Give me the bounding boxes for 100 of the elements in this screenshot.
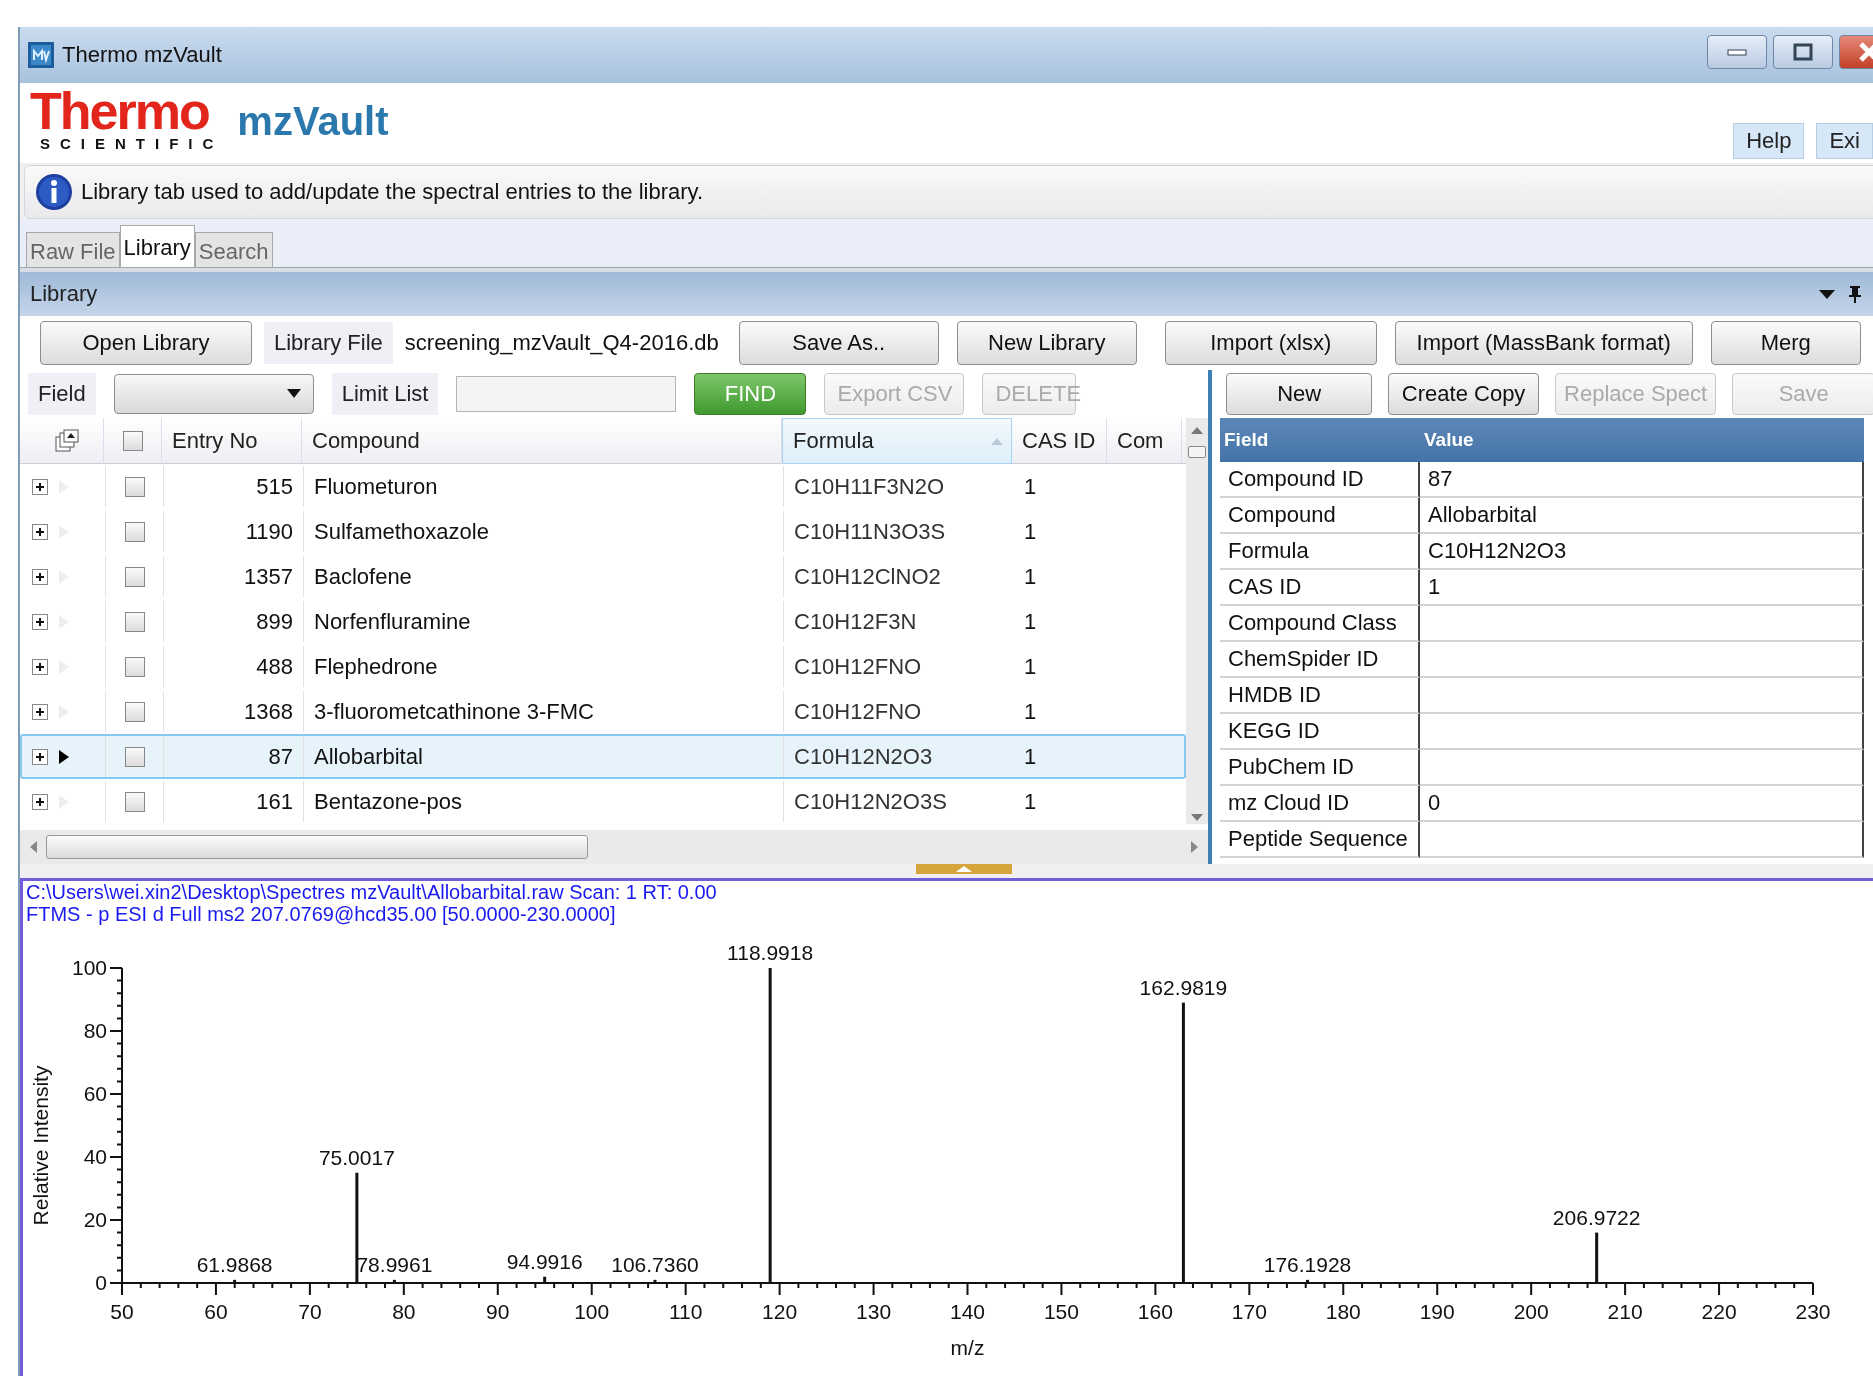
table-cell-text: 1 (1023, 742, 1038, 771)
open-library-button[interactable]: Open Library (40, 321, 252, 365)
table-cell: Allobarbital (1420, 498, 1864, 534)
axis-tick-label: 160 (1137, 1300, 1173, 1323)
row-checkbox[interactable] (124, 521, 145, 542)
table-cell: Formula (1220, 534, 1420, 570)
table-row[interactable]: 161 Bentazone-pos C10H12N2O3S 1 (20, 779, 1186, 824)
expand-icon (32, 568, 48, 585)
tab[interactable]: Raw File (26, 232, 120, 267)
table-cell-text: 1 (1023, 607, 1038, 636)
table-row[interactable]: 1357 Baclofene C10H12ClNO2 1 (20, 554, 1186, 599)
expand-icon (32, 658, 48, 675)
axis-tick-label: 90 (486, 1300, 510, 1323)
expand-icon (32, 613, 48, 630)
table-cell: 0 (1420, 786, 1864, 822)
editor-button[interactable]: New (1226, 373, 1373, 415)
table-cell-text: 1 (1023, 562, 1038, 591)
table-cell-text: C10H11F3N2O (793, 472, 945, 501)
scrollbar-thumb[interactable] (1188, 446, 1206, 458)
spectrum-peak (543, 1276, 547, 1283)
table-row[interactable]: 1190 Sulfamethoxazole C10H11N3O3S 1 (20, 509, 1186, 554)
table-cell: Peptide Sequence (1220, 822, 1420, 858)
row-checkbox[interactable] (124, 611, 145, 632)
info-icon (35, 173, 73, 211)
header-button[interactable]: Exi (1816, 123, 1873, 159)
table-cell-text: C10H12FNO (793, 697, 923, 726)
axis-tick-label: 230 (1795, 1300, 1831, 1323)
caret-icon (286, 389, 301, 399)
header-button[interactable]: Help (1733, 123, 1805, 159)
limit-list-field[interactable] (456, 376, 677, 412)
row-checkbox[interactable] (124, 476, 145, 497)
app-icon (28, 42, 54, 68)
axis-tick-label: 80 (392, 1300, 416, 1323)
spectrum-peak (653, 1279, 657, 1283)
peak-label: 162.9819 (1139, 975, 1228, 999)
info-message: Library tab used to add/update the spectral entries to the library. (81, 179, 704, 205)
table-cell-text: C10H12N2O3S (793, 787, 948, 816)
table-row[interactable]: 488 Flephedrone C10H12FNO 1 (20, 644, 1186, 689)
peak-label: 206.9722 (1552, 1205, 1641, 1229)
row-checkbox[interactable] (124, 746, 145, 767)
table-cell: Bentazone-pos (304, 781, 784, 822)
table-row[interactable]: 1368 3-fluorometcathinone 3-FMC C10H12FNO 1 (20, 689, 1186, 734)
spectrum-peak (392, 1279, 396, 1283)
table-cell: Sulfamethoxazole (304, 511, 784, 552)
tab[interactable]: Search (194, 232, 273, 267)
axis-tick-label: 190 (1419, 1300, 1455, 1323)
table-cell-text: C10H12ClNO2 (793, 562, 942, 591)
column-header[interactable]: Com (1107, 418, 1182, 464)
expand-icon (32, 748, 48, 765)
table-row[interactable]: 515 Fluometuron C10H11F3N2O 1 (20, 464, 1186, 509)
peak-label: 78.9961 (356, 1252, 433, 1276)
toolbar-button[interactable]: New Library (956, 321, 1137, 365)
column-header[interactable]: Formula (782, 418, 1012, 464)
table-cell-text: 1 (1023, 697, 1038, 726)
expand-icon (32, 793, 48, 810)
row-checkbox[interactable] (124, 791, 145, 812)
vertical-scrollbar[interactable] (1186, 418, 1208, 824)
table-cell-text: C10H12N2O3 (793, 742, 934, 771)
row-checkbox[interactable] (124, 701, 145, 722)
scan-info-text: C:\Users\wei.xin2\Desktop\Spectres mzVault\Allobarbital.raw Scan: 1 RT: 0.00 (26, 881, 718, 903)
axis-tick-label: 60 (83, 1082, 107, 1105)
axis-tick-label: 200 (1513, 1300, 1549, 1323)
brand-logo: Thermo (30, 87, 209, 135)
axis-tick-label: 150 (1043, 1300, 1079, 1323)
scan-info-text: FTMS - p ESI d Full ms2 207.0769@hcd35.00 [50.0000-230.0000] (26, 903, 617, 925)
column-header[interactable]: CAS ID (1012, 418, 1107, 464)
table-row[interactable]: 899 Norfenfluramine C10H12F3N 1 (20, 599, 1186, 644)
table-cell: C10H12N2O3 (1420, 534, 1864, 570)
column-header: Value (1420, 418, 1864, 462)
expand-icon (32, 523, 48, 540)
toolbar-button[interactable]: Merg (1710, 321, 1861, 365)
maximize-button[interactable] (1773, 35, 1833, 69)
axis-tick-label: 140 (950, 1300, 985, 1323)
column-header[interactable]: Entry No (162, 418, 302, 464)
axis-tick-label: 100 (574, 1300, 610, 1323)
axis-tick-label: 170 (1231, 1300, 1267, 1323)
toolbar-button[interactable]: Save As.. (738, 321, 939, 365)
axis-title: Relative Intensity (29, 1065, 52, 1226)
table-row[interactable]: 87 Allobarbital C10H12N2O3 1 (20, 734, 1186, 779)
tab[interactable]: Library (119, 225, 195, 267)
table-cell: 161 (164, 781, 304, 822)
row-checkbox[interactable] (124, 656, 145, 677)
field-dropdown[interactable] (113, 374, 314, 414)
table-cell: PubChem ID (1220, 750, 1420, 786)
minimize-button[interactable] (1707, 35, 1767, 69)
toolbar-button[interactable]: Import (xlsx) (1164, 321, 1377, 365)
table-cell: 3-fluorometcathinone 3-FMC (304, 691, 784, 732)
table-cell: 87 (164, 736, 304, 777)
toolbar-button[interactable]: Import (MassBank format) (1394, 321, 1693, 365)
scrollbar-thumb[interactable] (46, 835, 588, 859)
window-title: Thermo mzVault (62, 42, 223, 68)
splitter-grip-icon (916, 864, 1012, 874)
table-cell: 1 (1420, 570, 1864, 606)
table-cell: 515 (164, 466, 304, 507)
select-all-checkbox[interactable] (122, 431, 143, 451)
table-cell-text: C10H12FNO (793, 652, 923, 681)
table-cell: 899 (164, 601, 304, 642)
field-label: Limit List (331, 373, 439, 415)
editor-button[interactable]: Create Copy (1388, 373, 1539, 415)
row-checkbox[interactable] (124, 566, 145, 587)
